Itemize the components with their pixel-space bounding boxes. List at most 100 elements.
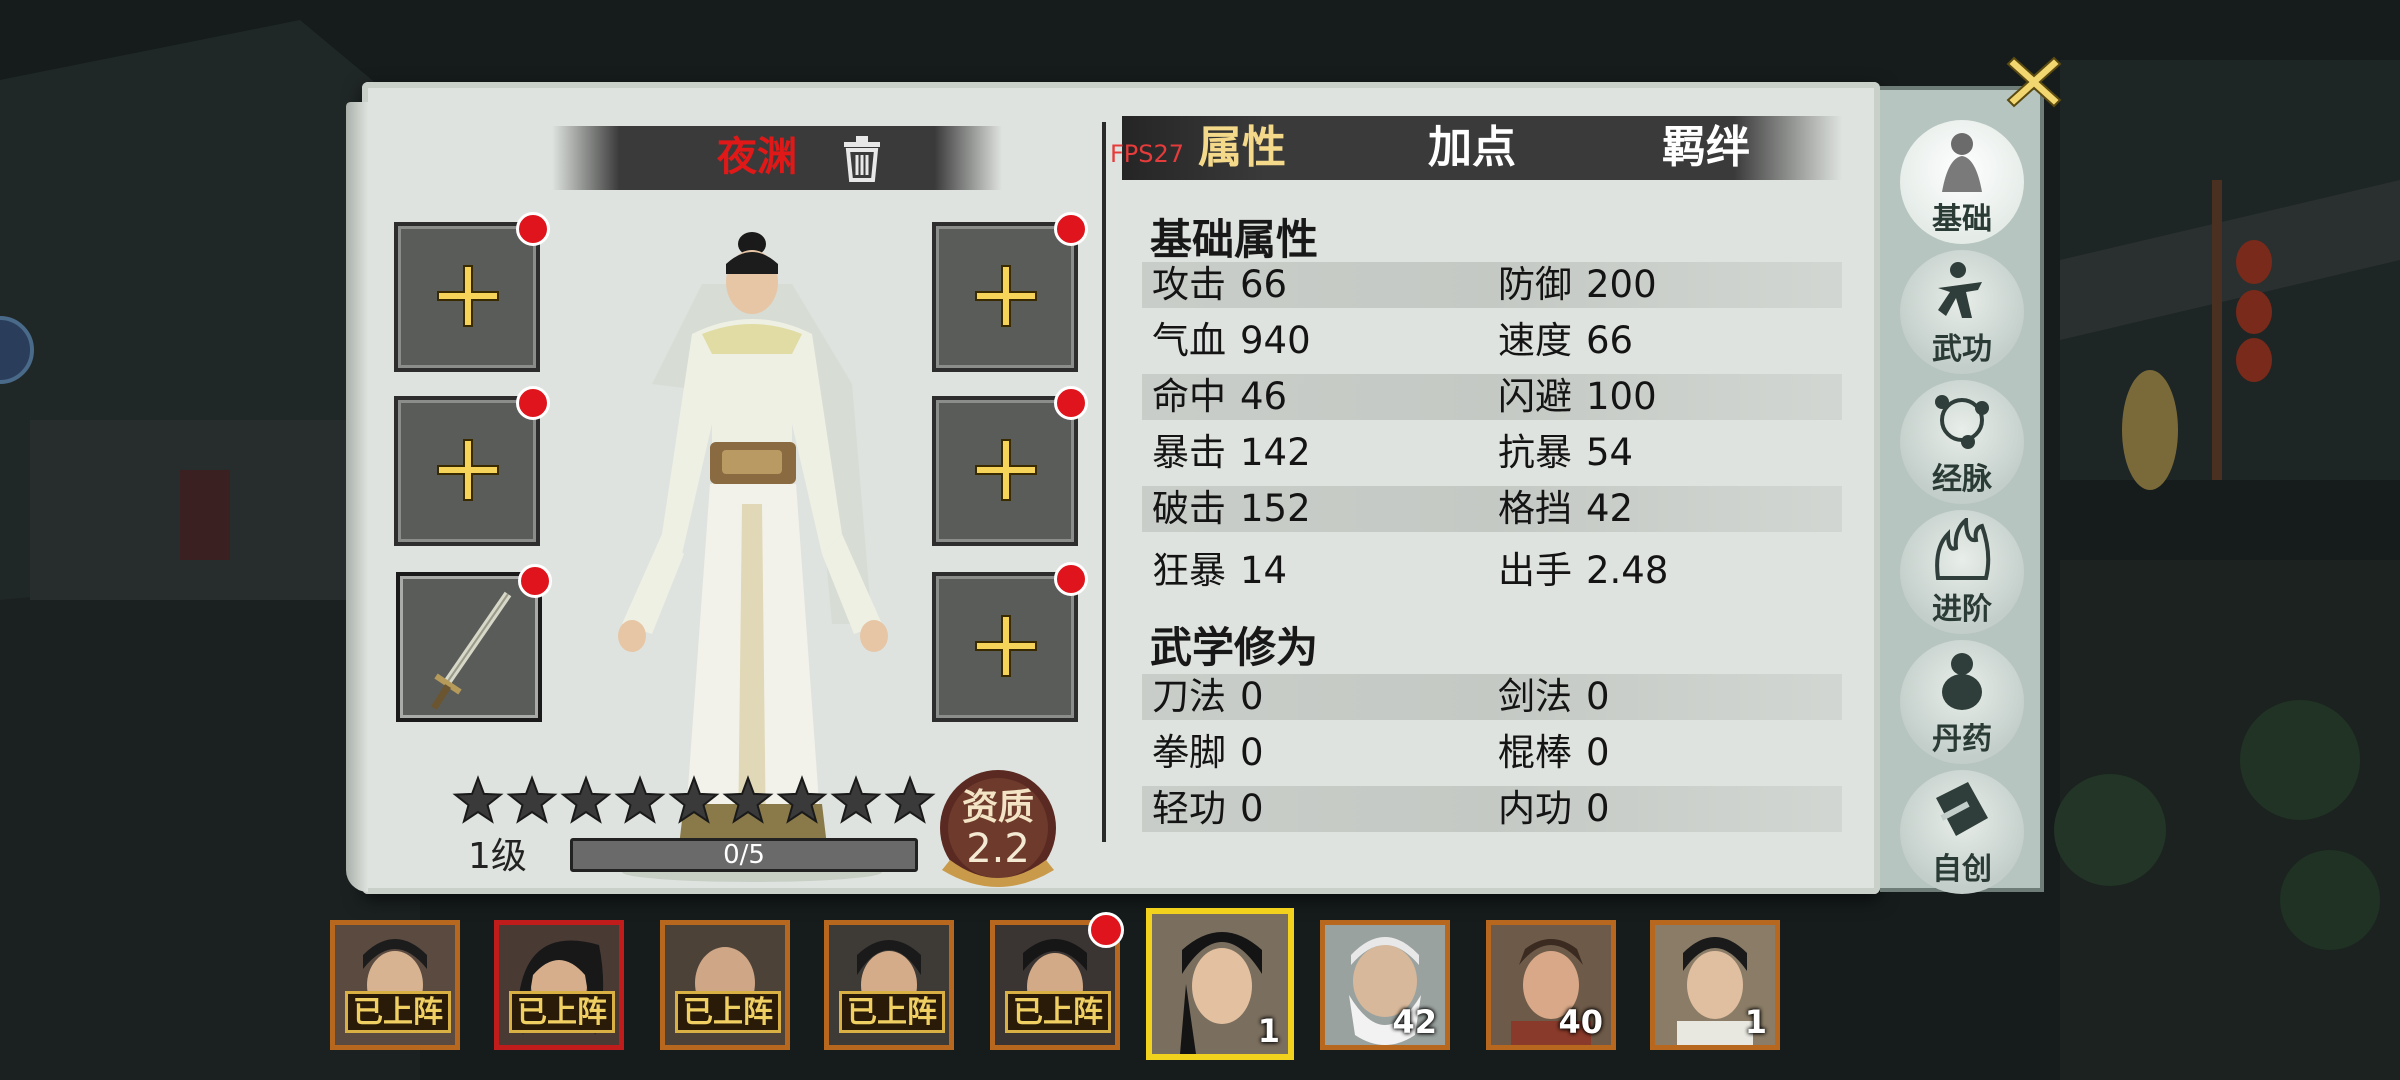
stat-value: 940 — [1240, 319, 1311, 362]
roster-portrait[interactable]: 已上阵 — [330, 920, 460, 1050]
trash-icon[interactable] — [840, 134, 884, 182]
scroll-icon — [1936, 782, 1988, 836]
stat-value: 0 — [1586, 731, 1610, 774]
star-icon — [560, 775, 612, 824]
menu-item-kungfu[interactable]: 武功 — [1900, 250, 2024, 374]
equip-slot-right-1[interactable] — [932, 222, 1078, 372]
menu-item-pills[interactable]: 丹药 — [1900, 640, 2024, 764]
side-menu: 基础 武功 经脉 进阶 丹药 自创 — [1880, 86, 2044, 894]
stat-value: 152 — [1240, 487, 1311, 530]
menu-label: 基础 — [1932, 202, 1992, 237]
menu-label: 经脉 — [1932, 462, 1992, 497]
tab-bonds[interactable]: 羁绊 — [1636, 116, 1776, 180]
stat-value: 66 — [1240, 263, 1288, 306]
stat-label: 命中 — [1152, 375, 1226, 418]
fps-counter: FPS27 — [1110, 140, 1185, 168]
alert-dot — [1054, 562, 1088, 596]
alert-dot — [1054, 212, 1088, 246]
star-icon — [722, 775, 774, 824]
roster-portrait-selected[interactable]: 1 — [1146, 908, 1294, 1060]
star-icon — [776, 775, 828, 824]
character-panel: 夜渊 1级 0/5 资质 2.2 属性 加点 羁绊 FPS27 基础属性 攻击 … — [346, 82, 1880, 894]
stat-value: 66 — [1586, 319, 1634, 362]
close-icon[interactable] — [2006, 54, 2062, 110]
scholar-icon — [1942, 133, 1982, 192]
kungfu-icon — [1938, 262, 1982, 318]
character-level: 1级 — [468, 836, 527, 877]
equip-slot-left-1[interactable] — [394, 222, 540, 372]
star-icon — [668, 775, 720, 824]
equip-slot-right-3[interactable] — [932, 572, 1078, 722]
star-icon — [506, 775, 558, 824]
alert-dot — [1088, 912, 1124, 948]
aptitude-label: 资质 — [961, 787, 1034, 828]
character-name[interactable]: 夜渊 — [682, 132, 832, 182]
deployed-badge: 已上阵 — [1005, 991, 1111, 1033]
basic-attrs-title: 基础属性 — [1150, 215, 1319, 264]
stat-label: 破击 — [1152, 487, 1226, 530]
roster-portrait[interactable]: 1 — [1650, 920, 1780, 1050]
stat-label: 攻击 — [1152, 263, 1226, 306]
stat-label: 棍棒 — [1498, 731, 1572, 774]
stat-value: 0 — [1240, 675, 1264, 718]
stat-value: 42 — [1586, 487, 1634, 530]
menu-label: 进阶 — [1932, 592, 1992, 627]
panel-page-curl — [346, 102, 368, 892]
menu-item-create[interactable]: 自创 — [1900, 770, 2024, 894]
stat-label: 闪避 — [1498, 375, 1572, 418]
character-display: 夜渊 1级 0/5 资质 2.2 — [382, 94, 1100, 887]
star-icon — [884, 775, 936, 824]
alert-dot — [516, 386, 550, 420]
menu-label: 自创 — [1932, 852, 1992, 887]
roster-portrait[interactable]: 已上阵 — [824, 920, 954, 1050]
meridian-icon — [1935, 395, 1989, 449]
deployed-badge: 已上阵 — [839, 991, 945, 1033]
star-icon — [614, 775, 666, 824]
menu-item-advance[interactable]: 进阶 — [1900, 510, 2024, 634]
hero-level: 1 — [1257, 1012, 1280, 1050]
plus-icon — [975, 439, 1037, 501]
alert-dot — [518, 564, 552, 598]
stat-value: 142 — [1240, 431, 1311, 474]
stat-label: 剑法 — [1498, 675, 1572, 718]
hero-level: 40 — [1558, 1003, 1603, 1041]
equip-slot-right-2[interactable] — [932, 396, 1078, 546]
menu-label: 丹药 — [1932, 722, 1992, 757]
stat-label: 狂暴 — [1152, 549, 1226, 592]
stat-label: 速度 — [1498, 319, 1572, 362]
exp-text: 0/5 — [723, 840, 765, 870]
alert-dot — [1054, 386, 1088, 420]
equip-slot-left-2[interactable] — [394, 396, 540, 546]
roster-portrait[interactable]: 40 — [1486, 920, 1616, 1050]
stat-value: 2.48 — [1586, 549, 1669, 592]
star-rating — [452, 775, 936, 824]
stat-label: 轻功 — [1152, 787, 1226, 830]
aptitude-value: 2.2 — [966, 826, 1030, 872]
flame-icon — [1935, 518, 1991, 580]
stat-value: 200 — [1586, 263, 1657, 306]
tab-attributes[interactable]: 属性 — [1172, 116, 1312, 180]
star-icon — [452, 775, 504, 824]
stat-value: 0 — [1586, 675, 1610, 718]
stat-label: 防御 — [1498, 263, 1572, 306]
menu-item-meridian[interactable]: 经脉 — [1900, 380, 2024, 504]
roster-portrait[interactable]: 已上阵 — [660, 920, 790, 1050]
roster-portrait[interactable]: 已上阵 — [494, 920, 624, 1050]
stat-label: 刀法 — [1152, 675, 1226, 718]
star-icon — [830, 775, 882, 824]
tab-add-points[interactable]: 加点 — [1402, 116, 1542, 180]
stat-label: 拳脚 — [1152, 731, 1226, 774]
deployed-badge: 已上阵 — [675, 991, 781, 1033]
stat-value: 0 — [1240, 731, 1264, 774]
equip-slot-weapon[interactable] — [396, 572, 542, 722]
roster-portrait[interactable]: 42 — [1320, 920, 1450, 1050]
stat-label: 气血 — [1152, 319, 1226, 362]
stat-value: 14 — [1240, 549, 1288, 592]
stat-value: 0 — [1240, 787, 1264, 830]
stat-label: 内功 — [1498, 787, 1572, 830]
stat-label: 抗暴 — [1498, 431, 1572, 474]
hero-level: 42 — [1392, 1003, 1437, 1041]
menu-item-basic[interactable]: 基础 — [1900, 120, 2024, 244]
stat-label: 格挡 — [1498, 487, 1572, 530]
exp-bar: 0/5 — [570, 838, 918, 872]
